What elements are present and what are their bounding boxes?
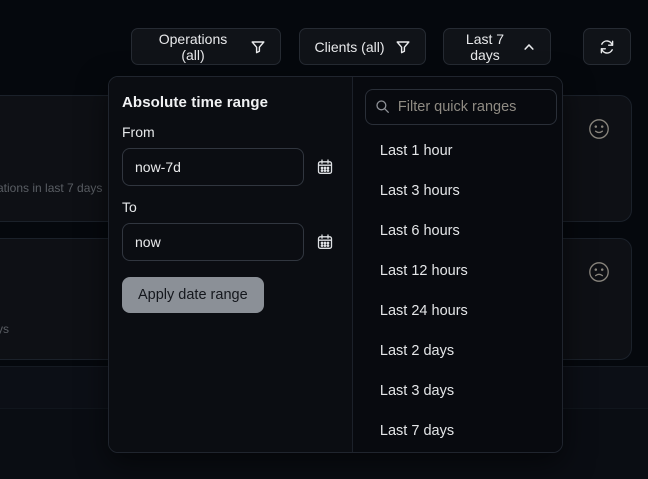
sad-face-icon [588, 261, 610, 283]
operations-filter-button[interactable]: Operations (all) [131, 28, 281, 65]
quick-ranges-section: Last 1 hour Last 3 hours Last 6 hours La… [353, 77, 562, 452]
clients-filter-label: Clients (all) [314, 39, 384, 55]
time-range-label: Last 7 days [458, 31, 512, 63]
quick-range-item-last-12-hours[interactable]: Last 12 hours [353, 251, 562, 291]
quick-range-filter [365, 89, 557, 125]
calendar-icon [316, 164, 334, 179]
time-range-button[interactable]: Last 7 days [443, 28, 551, 65]
from-input[interactable] [122, 148, 304, 186]
quick-range-item-last-6-hours[interactable]: Last 6 hours [353, 211, 562, 251]
to-calendar-button[interactable] [314, 232, 336, 254]
quick-range-item-last-3-days[interactable]: Last 3 days [353, 371, 562, 411]
happy-face-icon [588, 118, 610, 140]
operations-filter-label: Operations (all) [146, 31, 240, 63]
filter-icon [395, 39, 411, 55]
metric-card-caption: ations in last 7 days [0, 181, 102, 195]
apply-date-range-button[interactable]: Apply date range [122, 277, 264, 313]
time-range-picker-panel: Absolute time range From To [108, 76, 563, 453]
refresh-icon [598, 38, 616, 56]
from-calendar-button[interactable] [314, 157, 336, 179]
to-label: To [122, 199, 137, 215]
quick-range-item-last-24-hours[interactable]: Last 24 hours [353, 291, 562, 331]
chevron-up-icon [522, 40, 536, 54]
quick-range-list: Last 1 hour Last 3 hours Last 6 hours La… [353, 131, 562, 451]
refresh-button[interactable] [583, 28, 631, 65]
to-input[interactable] [122, 223, 304, 261]
clients-filter-button[interactable]: Clients (all) [299, 28, 426, 65]
calendar-icon [316, 239, 334, 254]
filter-icon [250, 39, 266, 55]
absolute-range-section: Absolute time range From To [109, 77, 353, 452]
quick-range-filter-input[interactable] [365, 89, 557, 125]
quick-range-item-last-2-days[interactable]: Last 2 days [353, 331, 562, 371]
quick-range-item-last-3-hours[interactable]: Last 3 hours [353, 171, 562, 211]
dashboard-screen: ations in last 7 days ys Operations (all… [0, 0, 648, 479]
quick-range-item-last-7-days[interactable]: Last 7 days [353, 411, 562, 451]
from-label: From [122, 124, 155, 140]
metric-card-caption: ys [0, 322, 9, 336]
quick-range-item-last-1-hour[interactable]: Last 1 hour [353, 131, 562, 171]
panel-title: Absolute time range [122, 94, 268, 111]
